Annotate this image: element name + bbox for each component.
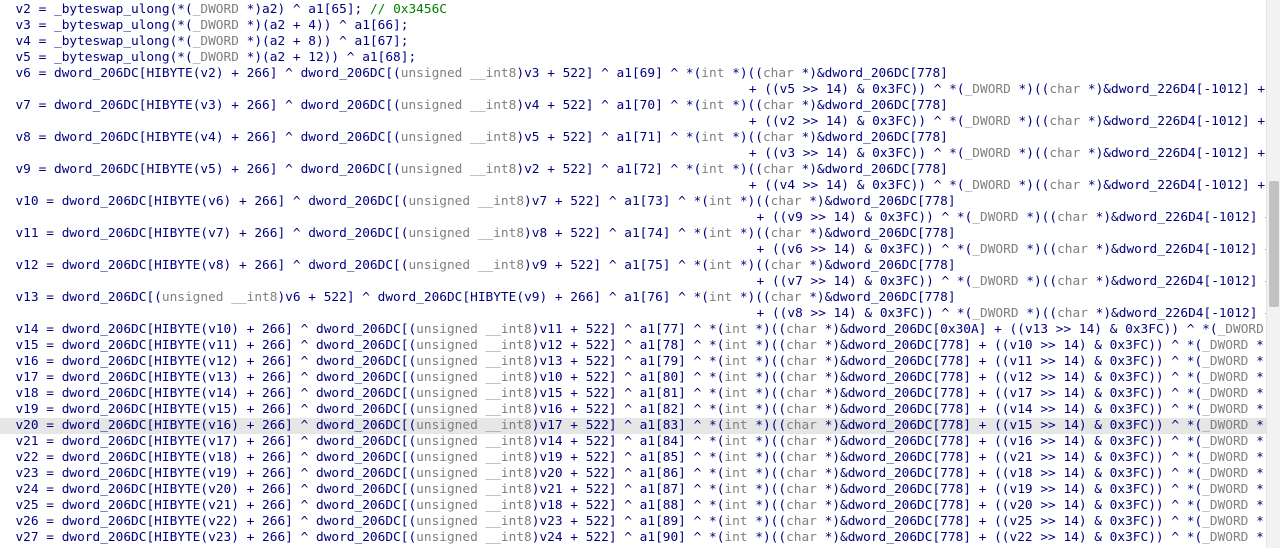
code-line[interactable]: + ((v2 >> 14) & 0x3FC)) ^ *(_DWORD *)((c… <box>0 114 1266 130</box>
code-line[interactable]: v4 = _byteswap_ulong(*(_DWORD *)(a2 + 8)… <box>0 34 408 50</box>
code-line[interactable]: + ((v6 >> 14) & 0x3FC)) ^ *(_DWORD *)((c… <box>0 242 1266 258</box>
code-line[interactable]: + ((v9 >> 14) & 0x3FC)) ^ *(_DWORD *)((c… <box>0 210 1266 226</box>
code-line[interactable]: v10 = dword_206DC[HIBYTE(v6) + 266] ^ dw… <box>0 194 955 210</box>
code-line[interactable]: v16 = dword_206DC[HIBYTE(v12) + 266] ^ d… <box>0 354 1266 370</box>
code-line[interactable]: + ((v4 >> 14) & 0x3FC)) ^ *(_DWORD *)((c… <box>0 178 1266 194</box>
code-line[interactable]: v7 = dword_206DC[HIBYTE(v3) + 266] ^ dwo… <box>0 98 947 114</box>
code-line[interactable]: v6 = dword_206DC[HIBYTE(v2) + 266] ^ dwo… <box>0 66 947 82</box>
code-line[interactable]: v24 = dword_206DC[HIBYTE(v20) + 266] ^ d… <box>0 482 1266 498</box>
code-line[interactable]: v13 = dword_206DC[(unsigned __int8)v6 + … <box>0 290 955 306</box>
code-line[interactable]: v27 = dword_206DC[HIBYTE(v23) + 266] ^ d… <box>0 530 1266 546</box>
code-line[interactable]: v18 = dword_206DC[HIBYTE(v14) + 266] ^ d… <box>0 386 1266 402</box>
pseudocode-view[interactable]: v2 = _byteswap_ulong(*(_DWORD *)a2) ^ a1… <box>0 2 1266 548</box>
code-line[interactable]: v11 = dword_206DC[HIBYTE(v7) + 266] ^ dw… <box>0 226 955 242</box>
code-line[interactable]: v14 = dword_206DC[HIBYTE(v10) + 266] ^ d… <box>0 322 1266 338</box>
code-line[interactable]: v22 = dword_206DC[HIBYTE(v18) + 266] ^ d… <box>0 450 1266 466</box>
code-line[interactable]: v25 = dword_206DC[HIBYTE(v21) + 266] ^ d… <box>0 498 1266 514</box>
code-line[interactable]: + ((v5 >> 14) & 0x3FC)) ^ *(_DWORD *)((c… <box>0 82 1266 98</box>
code-line[interactable]: v2 = _byteswap_ulong(*(_DWORD *)a2) ^ a1… <box>0 2 447 18</box>
code-line[interactable]: + ((v7 >> 14) & 0x3FC)) ^ *(_DWORD *)((c… <box>0 274 1266 290</box>
code-line[interactable]: v5 = _byteswap_ulong(*(_DWORD *)(a2 + 12… <box>0 50 416 66</box>
code-line[interactable]: v19 = dword_206DC[HIBYTE(v15) + 266] ^ d… <box>0 402 1266 418</box>
code-line[interactable]: v17 = dword_206DC[HIBYTE(v13) + 266] ^ d… <box>0 370 1266 386</box>
code-line[interactable]: v8 = dword_206DC[HIBYTE(v4) + 266] ^ dwo… <box>0 130 947 146</box>
code-line[interactable]: v23 = dword_206DC[HIBYTE(v19) + 266] ^ d… <box>0 466 1266 482</box>
code-line[interactable]: + ((v8 >> 14) & 0x3FC)) ^ *(_DWORD *)((c… <box>0 306 1266 322</box>
code-line[interactable]: v9 = dword_206DC[HIBYTE(v5) + 266] ^ dwo… <box>0 162 947 178</box>
code-line[interactable]: v12 = dword_206DC[HIBYTE(v8) + 266] ^ dw… <box>0 258 955 274</box>
code-line[interactable]: v21 = dword_206DC[HIBYTE(v17) + 266] ^ d… <box>0 434 1266 450</box>
code-line[interactable]: v26 = dword_206DC[HIBYTE(v22) + 266] ^ d… <box>0 514 1266 530</box>
code-line[interactable]: v3 = _byteswap_ulong(*(_DWORD *)(a2 + 4)… <box>0 18 408 34</box>
code-line[interactable]: v15 = dword_206DC[HIBYTE(v11) + 266] ^ d… <box>0 338 1266 354</box>
scrollbar-thumb[interactable] <box>1269 181 1279 307</box>
code-line[interactable]: v20 = dword_206DC[HIBYTE(v16) + 266] ^ d… <box>0 418 1266 434</box>
vertical-scrollbar[interactable] <box>1266 0 1280 548</box>
code-line[interactable]: + ((v3 >> 14) & 0x3FC)) ^ *(_DWORD *)((c… <box>0 146 1266 162</box>
